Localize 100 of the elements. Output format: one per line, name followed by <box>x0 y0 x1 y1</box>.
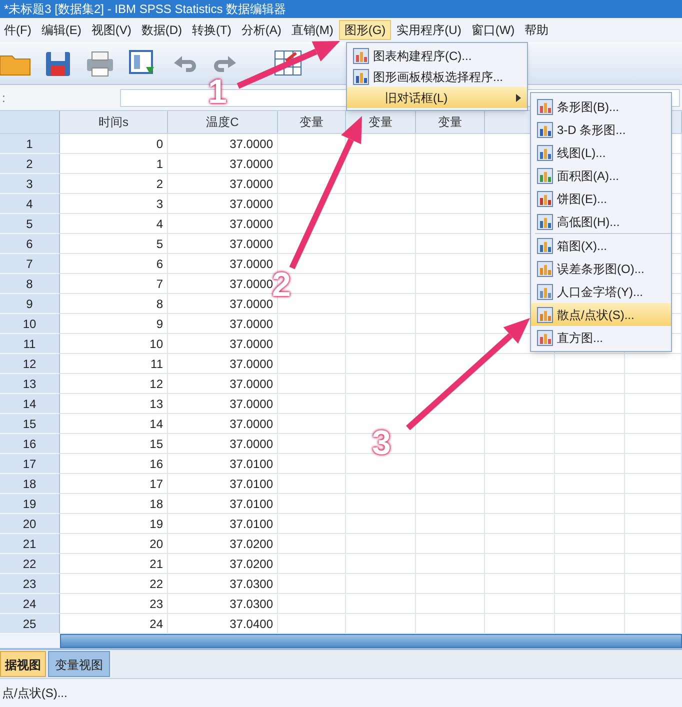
menu-item[interactable]: 图形(G) <box>339 20 391 40</box>
cell-reference: : <box>1 90 6 106</box>
menu-item[interactable]: 散点/点状(S)... <box>531 303 671 326</box>
menu-item[interactable]: 箱图(X)... <box>531 234 671 257</box>
menu-item[interactable]: 高低图(H)... <box>531 210 671 233</box>
menu-item[interactable]: 旧对话框(L) <box>347 87 527 108</box>
row-number[interactable]: 25 <box>0 614 60 634</box>
row-number[interactable]: 7 <box>0 254 60 274</box>
chart-icon <box>537 168 553 184</box>
menu-item[interactable]: 直方图... <box>531 326 671 349</box>
table-cell: 10 <box>60 334 168 354</box>
column-header[interactable]: 变量 <box>416 111 485 133</box>
row-number[interactable]: 17 <box>0 454 60 474</box>
menu-item[interactable]: 编辑(E) <box>37 20 86 40</box>
menu-item[interactable]: 数据(D) <box>137 20 186 40</box>
row-number[interactable]: 13 <box>0 374 60 394</box>
column-header[interactable]: 温度C <box>168 111 278 133</box>
menu-item[interactable]: 误差条形图(O)... <box>531 257 671 280</box>
row-number[interactable]: 19 <box>0 494 60 514</box>
table-cell: 2 <box>60 174 168 194</box>
menu-item[interactable]: 面积图(A)... <box>531 164 671 187</box>
table-cell: 3 <box>60 194 168 214</box>
table-cell: 37.0000 <box>168 354 278 374</box>
row-number[interactable]: 11 <box>0 334 60 354</box>
table-cell: 37.0000 <box>168 234 278 254</box>
table-cell: 37.0100 <box>168 454 278 474</box>
row-number[interactable]: 9 <box>0 294 60 314</box>
title-bar: *未标题3 [数据集2] - IBM SPSS Statistics 数据编辑器 <box>0 0 682 18</box>
view-tab[interactable]: 据视图 <box>0 651 46 677</box>
column-header[interactable]: 变量 <box>278 111 346 133</box>
row-number[interactable]: 21 <box>0 534 60 554</box>
menu-item[interactable]: 饼图(E)... <box>531 187 671 210</box>
menu-item[interactable]: 视图(V) <box>87 20 136 40</box>
view-tab[interactable]: 变量视图 <box>48 651 110 677</box>
table-cell: 37.0000 <box>168 314 278 334</box>
menu-item[interactable]: 分析(A) <box>237 20 286 40</box>
row-number[interactable]: 15 <box>0 414 60 434</box>
row-number[interactable]: 12 <box>0 354 60 374</box>
menu-item[interactable]: 帮助 <box>520 20 553 40</box>
menu-item[interactable]: 实用程序(U) <box>392 20 466 40</box>
row-number[interactable]: 24 <box>0 594 60 614</box>
table-cell: 37.0000 <box>168 214 278 234</box>
table-cell: 37.0000 <box>168 134 278 154</box>
table-cell: 37.0000 <box>168 434 278 454</box>
menu-item[interactable]: 转换(T) <box>188 20 236 40</box>
table-cell: 18 <box>60 494 168 514</box>
menu-item[interactable]: 条形图(B)... <box>531 95 671 118</box>
row-number[interactable]: 6 <box>0 234 60 254</box>
menu-item[interactable]: 直销(M) <box>287 20 338 40</box>
menu-item[interactable]: 3-D 条形图... <box>531 118 671 141</box>
table-cell: 37.0000 <box>168 414 278 434</box>
row-number[interactable]: 14 <box>0 394 60 414</box>
table-cell: 37.0300 <box>168 594 278 614</box>
table-cell: 37.0100 <box>168 514 278 534</box>
row-number[interactable]: 18 <box>0 474 60 494</box>
table-cell: 9 <box>60 314 168 334</box>
menu-item[interactable]: 件(F) <box>0 20 36 40</box>
menu-item[interactable]: 人口金字塔(Y)... <box>531 280 671 303</box>
table-cell: 7 <box>60 274 168 294</box>
chart-icon <box>537 98 553 114</box>
menu-item[interactable]: 窗口(W) <box>467 20 519 40</box>
table-cell: 12 <box>60 374 168 394</box>
row-number[interactable]: 8 <box>0 274 60 294</box>
table-cell: 15 <box>60 434 168 454</box>
chart-icon <box>537 330 553 346</box>
table-cell: 13 <box>60 394 168 414</box>
row-number[interactable]: 16 <box>0 434 60 454</box>
table-cell: 20 <box>60 534 168 554</box>
horizontal-scrollbar[interactable] <box>60 634 682 648</box>
menu-item[interactable]: 线图(L)... <box>531 141 671 164</box>
table-cell: 37.0000 <box>168 394 278 414</box>
row-number[interactable]: 20 <box>0 514 60 534</box>
row-number[interactable]: 4 <box>0 194 60 214</box>
table-cell: 14 <box>60 414 168 434</box>
table-cell: 37.0200 <box>168 554 278 574</box>
chart-icon <box>537 238 553 254</box>
column-header[interactable]: 变量 <box>346 111 416 133</box>
row-number[interactable]: 10 <box>0 314 60 334</box>
step-number: 3 <box>372 426 391 460</box>
row-number[interactable]: 22 <box>0 554 60 574</box>
row-number[interactable]: 5 <box>0 214 60 234</box>
table-cell: 37.0000 <box>168 174 278 194</box>
menu-item[interactable]: 图表构建程序(C)... <box>347 45 527 66</box>
row-number[interactable]: 3 <box>0 174 60 194</box>
chart-icon <box>537 122 553 138</box>
table-cell: 22 <box>60 574 168 594</box>
chart-icon <box>537 190 553 206</box>
table-cell: 37.0000 <box>168 154 278 174</box>
row-number[interactable]: 1 <box>0 134 60 154</box>
table-cell: 19 <box>60 514 168 534</box>
chart-icon <box>353 48 369 64</box>
table-cell: 37.0000 <box>168 194 278 214</box>
table-cell: 5 <box>60 234 168 254</box>
row-number[interactable]: 2 <box>0 154 60 174</box>
table-cell: 17 <box>60 474 168 494</box>
chart-icon <box>537 306 553 322</box>
column-header[interactable]: 时间s <box>60 111 168 133</box>
row-number[interactable]: 23 <box>0 574 60 594</box>
menu-item[interactable]: 图形画板模板选择程序... <box>347 66 527 87</box>
table-cell: 37.0100 <box>168 494 278 514</box>
